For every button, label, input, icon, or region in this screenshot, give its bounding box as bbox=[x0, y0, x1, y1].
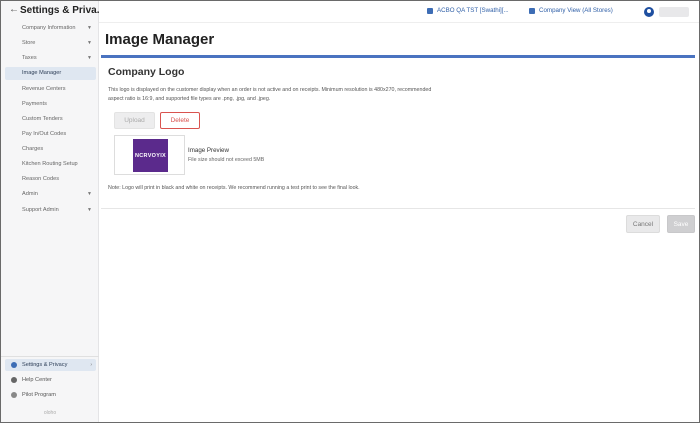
help-icon bbox=[11, 377, 17, 383]
company-logo-image: NCRVOYIX bbox=[133, 139, 168, 172]
company-view-selector[interactable]: Company View (All Stores) bbox=[529, 7, 613, 14]
sidebar-item-label: Support Admin bbox=[22, 207, 59, 213]
arrow-left-icon[interactable]: ← bbox=[9, 4, 19, 15]
store-selector[interactable]: ACBO QA TST [Swathi][... bbox=[427, 7, 509, 14]
storefront-icon bbox=[529, 7, 535, 14]
sidebar-item-store[interactable]: Store ▼ bbox=[5, 37, 96, 50]
sidebar-item-label: Admin bbox=[22, 191, 38, 197]
sidebar-item-revenue-centers[interactable]: Revenue Centers bbox=[5, 83, 96, 96]
section-divider bbox=[101, 208, 695, 209]
image-preview-hint: File size should not exceed 5MB bbox=[188, 157, 265, 163]
receipt-note: Note: Logo will print in black and white… bbox=[108, 185, 360, 191]
app-frame bbox=[0, 0, 700, 423]
sidebar-item-label: Payments bbox=[22, 101, 47, 107]
sidebar-footer-logo: oloho bbox=[43, 410, 57, 416]
company-view-label: Company View (All Stores) bbox=[539, 7, 613, 14]
sidebar-item-label: Help Center bbox=[22, 377, 52, 383]
sidebar-item-label: Reason Codes bbox=[22, 176, 60, 182]
sidebar-item-label: Store bbox=[22, 40, 36, 46]
user-name-placeholder[interactable] bbox=[659, 7, 689, 17]
sidebar-item-label: Settings & Privacy bbox=[22, 362, 68, 368]
store-selector-label: ACBO QA TST [Swathi][... bbox=[437, 7, 509, 14]
sidebar-item-support-admin[interactable]: Support Admin ▼ bbox=[5, 204, 96, 217]
sidebar-item-settings-privacy[interactable]: Settings & Privacy › bbox=[5, 359, 96, 371]
chevron-right-icon: › bbox=[90, 362, 92, 368]
user-avatar-icon[interactable] bbox=[644, 7, 654, 17]
chevron-down-icon: ▼ bbox=[87, 207, 92, 213]
pilot-icon bbox=[11, 392, 17, 398]
sidebar-item-reason-codes[interactable]: Reason Codes bbox=[5, 173, 96, 186]
chevron-down-icon: ▼ bbox=[87, 40, 92, 46]
sidebar-item-kitchen-routing-setup[interactable]: Kitchen Routing Setup bbox=[5, 158, 96, 171]
sidebar-item-pilot-program[interactable]: Pilot Program bbox=[5, 389, 96, 401]
sidebar-item-taxes[interactable]: Taxes ▼ bbox=[5, 52, 96, 65]
chevron-down-icon: ▼ bbox=[87, 25, 92, 31]
sidebar-item-payments[interactable]: Payments bbox=[5, 98, 96, 111]
sidebar-item-help-center[interactable]: Help Center bbox=[5, 374, 96, 386]
sidebar-header: ← Settings & Priva... bbox=[1, 1, 105, 21]
sidebar-item-label: Pilot Program bbox=[22, 392, 56, 398]
image-preview-title: Image Preview bbox=[188, 147, 229, 154]
top-bar: ACBO QA TST [Swathi][... Company View (A… bbox=[99, 1, 699, 23]
sidebar-item-label: Charges bbox=[22, 146, 44, 152]
page-title: Image Manager bbox=[105, 31, 215, 48]
sidebar-item-admin[interactable]: Admin ▼ bbox=[5, 188, 96, 201]
section-description: This logo is displayed on the customer d… bbox=[108, 87, 432, 102]
chevron-down-icon: ▼ bbox=[87, 55, 92, 61]
sidebar-item-label: Company Information bbox=[22, 25, 76, 31]
sidebar-item-custom-tenders[interactable]: Custom Tenders bbox=[5, 113, 96, 126]
save-button[interactable]: Save bbox=[667, 215, 695, 233]
image-preview-box: NCRVOYIX bbox=[114, 135, 185, 175]
sidebar-item-label: Taxes bbox=[22, 55, 37, 61]
cancel-button[interactable]: Cancel bbox=[626, 215, 660, 233]
sidebar-item-charges[interactable]: Charges bbox=[5, 143, 96, 156]
section-title: Company Logo bbox=[108, 66, 185, 78]
sidebar-item-image-manager[interactable]: Image Manager bbox=[5, 67, 96, 80]
sidebar-item-label: Custom Tenders bbox=[22, 116, 63, 122]
title-underline bbox=[101, 55, 695, 58]
sidebar-divider bbox=[1, 356, 99, 357]
sidebar-item-company-information[interactable]: Company Information ▼ bbox=[5, 22, 96, 35]
upload-button[interactable]: Upload bbox=[114, 112, 155, 129]
sidebar-item-pay-in-out-codes[interactable]: Pay In/Out Codes bbox=[5, 128, 96, 141]
sidebar-item-label: Pay In/Out Codes bbox=[22, 131, 67, 137]
sidebar-item-label: Revenue Centers bbox=[22, 86, 66, 92]
store-icon bbox=[427, 7, 433, 14]
sidebar-item-label: Image Manager bbox=[22, 70, 62, 76]
gear-icon bbox=[11, 362, 17, 368]
chevron-down-icon: ▼ bbox=[87, 191, 92, 197]
sidebar-title: Settings & Priva... bbox=[20, 5, 106, 16]
sidebar-item-label: Kitchen Routing Setup bbox=[22, 161, 78, 167]
delete-button[interactable]: Delete bbox=[160, 112, 200, 129]
sidebar: ← Settings & Priva... Company Informatio… bbox=[1, 1, 105, 422]
